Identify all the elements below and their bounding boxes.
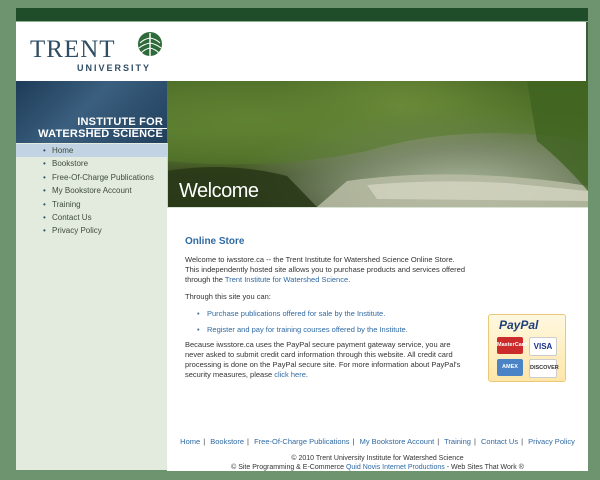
credit-post: - Web Sites That Work ® xyxy=(444,464,524,471)
footer-link-free-publications[interactable]: Free-Of-Charge Publications xyxy=(254,437,349,446)
logo-word: TRENT xyxy=(30,36,116,63)
click-here-link[interactable]: click here xyxy=(274,370,306,379)
bullet-icon: • xyxy=(43,146,46,155)
sidebar-item-label: Privacy Policy xyxy=(52,226,102,236)
sidebar-item-my-account[interactable]: • My Bookstore Account xyxy=(16,184,167,197)
footer-link-bookstore[interactable]: Bookstore xyxy=(210,437,244,446)
paypal-paragraph: Because iwsstore.ca uses the PayPal secu… xyxy=(185,340,467,380)
bullet-icon: • xyxy=(197,309,200,318)
institute-banner: INSTITUTE FOR WATERSHED SCIENCE xyxy=(16,81,167,143)
footer-nav: Home | Bookstore | Free-Of-Charge Publicat… xyxy=(167,437,588,446)
page-frame: TRENT UNIVERSITY INSTITUTE FOR WATERSHED… xyxy=(16,8,588,471)
institute-link[interactable]: Trent Institute for Watershed Science xyxy=(225,275,348,284)
footer-link-contact[interactable]: Contact Us xyxy=(481,437,518,446)
footer-separator: | xyxy=(521,437,524,446)
welcome-heading: Welcome xyxy=(179,180,259,202)
list-item-label: Register and pay for training courses of… xyxy=(207,325,408,334)
copyright-line: © 2010 Trent University Institute for Wa… xyxy=(291,455,464,462)
quid-novis-link[interactable]: Quid Novis Internet Productions xyxy=(346,464,445,471)
features-list: • Purchase publications offered for sale … xyxy=(197,309,457,341)
page-title: Online Store xyxy=(185,236,245,247)
bullet-icon: • xyxy=(43,172,46,182)
paypal-text: Because iwsstore.ca uses the PayPal secu… xyxy=(185,340,461,379)
header-photo: Welcome xyxy=(167,81,588,207)
sidebar-item-label: Home xyxy=(52,146,74,155)
footer-separator: | xyxy=(247,437,249,446)
list-item[interactable]: • Register and pay for training courses o… xyxy=(197,325,457,335)
discover-icon: DISCOVER xyxy=(529,359,559,378)
sidebar-item-free-publications[interactable]: • Free-Of-Charge Publications xyxy=(16,171,167,184)
tree-emblem-icon xyxy=(138,32,162,60)
top-bar xyxy=(16,8,588,22)
footer-link-home[interactable]: Home xyxy=(180,437,200,446)
paypal-logo: PayPal xyxy=(499,318,539,332)
footer-separator: | xyxy=(473,437,476,446)
intro-end: . xyxy=(348,275,351,284)
amex-icon: AMEX xyxy=(497,359,523,376)
main-content: Online Store Welcome to iwsstore.ca -- t… xyxy=(167,207,588,471)
sidebar-item-label: Training xyxy=(52,199,81,209)
sidebar-item-bookstore[interactable]: • Bookstore xyxy=(16,157,167,170)
footer-copyright: © 2010 Trent University Institute for Wa… xyxy=(167,454,588,472)
footer-link-privacy[interactable]: Privacy Policy xyxy=(528,437,575,446)
bullet-icon: • xyxy=(197,325,200,334)
logo-subtitle: UNIVERSITY xyxy=(77,63,152,73)
footer-link-training[interactable]: Training xyxy=(444,437,471,446)
trent-logo[interactable]: TRENT UNIVERSITY xyxy=(30,30,170,76)
sidebar-item-label: Contact Us xyxy=(52,212,92,222)
footer-separator: | xyxy=(203,437,206,446)
sidebar-item-label: My Bookstore Account xyxy=(52,186,132,196)
sidebar-item-privacy[interactable]: • Privacy Policy xyxy=(16,224,167,237)
sidebar-item-label: Free-Of-Charge Publications xyxy=(52,172,154,182)
sidebar-item-label: Bookstore xyxy=(52,159,89,169)
visa-icon: VISA xyxy=(529,337,557,356)
sidebar-item-home[interactable]: • Home xyxy=(16,144,167,158)
credit-pre: © Site Programming & E-Commerce xyxy=(231,464,346,471)
banner-line-1: INSTITUTE FOR xyxy=(77,116,163,128)
footer-link-my-account[interactable]: My Bookstore Account xyxy=(360,437,435,446)
bullet-icon: • xyxy=(43,226,46,236)
bullet-icon: • xyxy=(43,212,46,222)
credit-line: © Site Programming & E-Commerce Quid Nov… xyxy=(167,463,588,472)
paypal-end: . xyxy=(305,370,308,379)
footer-separator: | xyxy=(352,437,355,446)
through-text: Through this site you can: xyxy=(185,292,271,301)
sidebar-item-training[interactable]: • Training xyxy=(16,198,167,211)
bullet-icon: • xyxy=(43,159,46,169)
intro-paragraph: Welcome to iwsstore.ca -- the Trent Inst… xyxy=(185,255,467,285)
sidebar-item-contact[interactable]: • Contact Us xyxy=(16,211,167,224)
list-item-label: Purchase publications offered for sale b… xyxy=(207,309,386,318)
list-item[interactable]: • Purchase publications offered for sale … xyxy=(197,309,457,319)
sidebar: • Home • Bookstore • Free-Of-Charge Publica… xyxy=(16,143,168,470)
paypal-badge[interactable]: PayPal MasterCard VISA AMEX DISCOVER xyxy=(488,314,566,382)
bullet-icon: • xyxy=(43,186,46,196)
sidebar-nav: • Home • Bookstore • Free-Of-Charge Publica… xyxy=(16,144,167,238)
bullet-icon: • xyxy=(43,199,46,209)
banner-line-2: WATERSHED SCIENCE xyxy=(38,128,163,140)
mastercard-icon: MasterCard xyxy=(497,337,527,354)
footer-separator: | xyxy=(437,437,440,446)
